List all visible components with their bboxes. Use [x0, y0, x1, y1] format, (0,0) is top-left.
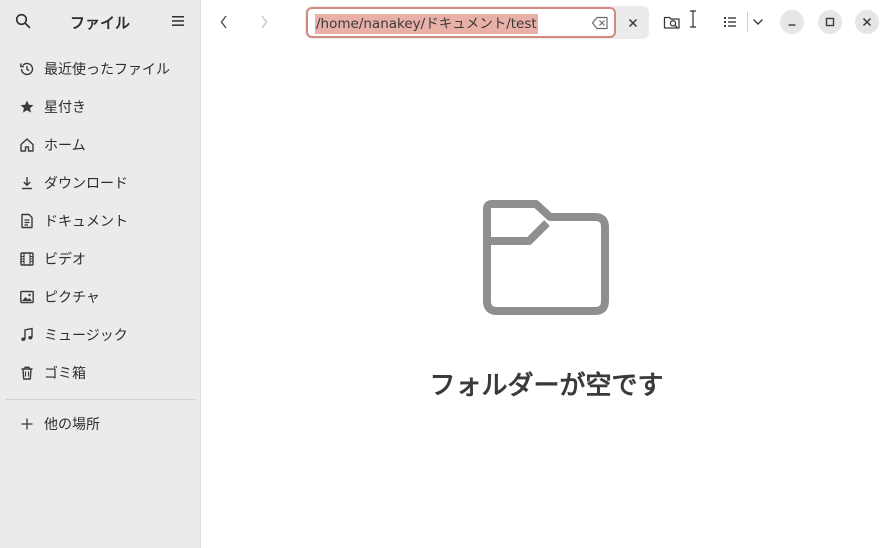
chevron-down-icon	[753, 19, 763, 25]
document-icon	[18, 212, 36, 230]
empty-folder-icon	[483, 200, 609, 315]
list-view-icon	[724, 17, 736, 27]
location-bar: /home/nanakey/ドキュメント/test	[305, 6, 649, 39]
minimize-icon	[788, 24, 796, 26]
sidebar-item-other-locations[interactable]: 他の場所	[6, 405, 195, 443]
sidebar-item-videos[interactable]: ビデオ	[6, 240, 195, 278]
back-button[interactable]	[210, 8, 238, 36]
download-icon	[18, 174, 36, 192]
other-locations-list: 他の場所	[6, 405, 195, 443]
main-menu-button[interactable]	[165, 8, 191, 34]
sidebar-item-label: ドキュメント	[44, 214, 128, 230]
clear-text-icon[interactable]	[591, 16, 609, 30]
star-icon	[18, 98, 36, 116]
minimize-button[interactable]	[780, 10, 804, 34]
sidebar-item-pictures[interactable]: ピクチャ	[6, 278, 195, 316]
sidebar-item-label: ピクチャ	[44, 290, 100, 306]
close-icon	[862, 17, 872, 27]
search-files-button[interactable]	[658, 8, 686, 36]
picture-icon	[18, 288, 36, 306]
sidebar: ファイル 最近使ったファイル 星付き ホーム ダウンロード ドキュメント ビデオ…	[0, 0, 201, 548]
hamburger-menu-icon	[172, 16, 184, 26]
sidebar-item-label: 最近使ったファイル	[44, 62, 170, 78]
home-icon	[18, 136, 36, 154]
sidebar-item-label: ゴミ箱	[44, 366, 86, 382]
search-icon	[15, 13, 31, 29]
sidebar-item-documents[interactable]: ドキュメント	[6, 202, 195, 240]
chevron-right-icon	[261, 15, 268, 29]
sidebar-divider	[6, 399, 195, 400]
sidebar-item-label: ホーム	[44, 138, 86, 154]
music-icon	[18, 326, 36, 344]
clock-icon	[18, 60, 36, 78]
close-location-button[interactable]	[618, 7, 648, 38]
places-list: 最近使ったファイル 星付き ホーム ダウンロード ドキュメント ビデオ ピクチャ…	[6, 50, 195, 392]
trash-icon	[18, 364, 36, 382]
sidebar-item-label: ビデオ	[44, 252, 86, 268]
sidebar-item-music[interactable]: ミュージック	[6, 316, 195, 354]
maximize-button[interactable]	[818, 10, 842, 34]
sidebar-item-trash[interactable]: ゴミ箱	[6, 354, 195, 392]
sidebar-item-home[interactable]: ホーム	[6, 126, 195, 164]
sidebar-title: ファイル	[69, 14, 130, 32]
sidebar-item-downloads[interactable]: ダウンロード	[6, 164, 195, 202]
forward-button[interactable]	[250, 8, 278, 36]
video-icon	[18, 250, 36, 268]
close-icon	[628, 18, 638, 27]
main-view: /home/nanakey/ドキュメント/test フォルダーが空です	[202, 0, 891, 548]
sidebar-item-label: 星付き	[44, 100, 86, 116]
search-button[interactable]	[10, 8, 36, 34]
sidebar-item-label: ミュージック	[44, 328, 128, 344]
header-bar: /home/nanakey/ドキュメント/test	[202, 0, 891, 44]
sidebar-item-label: 他の場所	[44, 417, 100, 433]
sidebar-item-label: ダウンロード	[44, 176, 128, 192]
view-options-button[interactable]	[744, 8, 772, 36]
location-entry[interactable]: /home/nanakey/ドキュメント/test	[306, 7, 616, 38]
file-manager-window: ファイル 最近使ったファイル 星付き ホーム ダウンロード ドキュメント ビデオ…	[0, 0, 891, 548]
sidebar-item-recent[interactable]: 最近使ったファイル	[6, 50, 195, 88]
sidebar-item-starred[interactable]: 星付き	[6, 88, 195, 126]
sidebar-header: ファイル	[0, 0, 201, 44]
location-entry-text[interactable]: /home/nanakey/ドキュメント/test	[315, 14, 538, 34]
folder-search-icon	[663, 16, 680, 29]
chevron-left-icon	[220, 15, 227, 29]
empty-folder-message: フォルダーが空です	[429, 371, 664, 401]
view-list-button[interactable]	[716, 8, 744, 36]
plus-icon	[18, 415, 36, 433]
maximize-icon	[825, 17, 835, 27]
text-cursor-icon	[690, 10, 696, 28]
close-window-button[interactable]	[855, 10, 879, 34]
